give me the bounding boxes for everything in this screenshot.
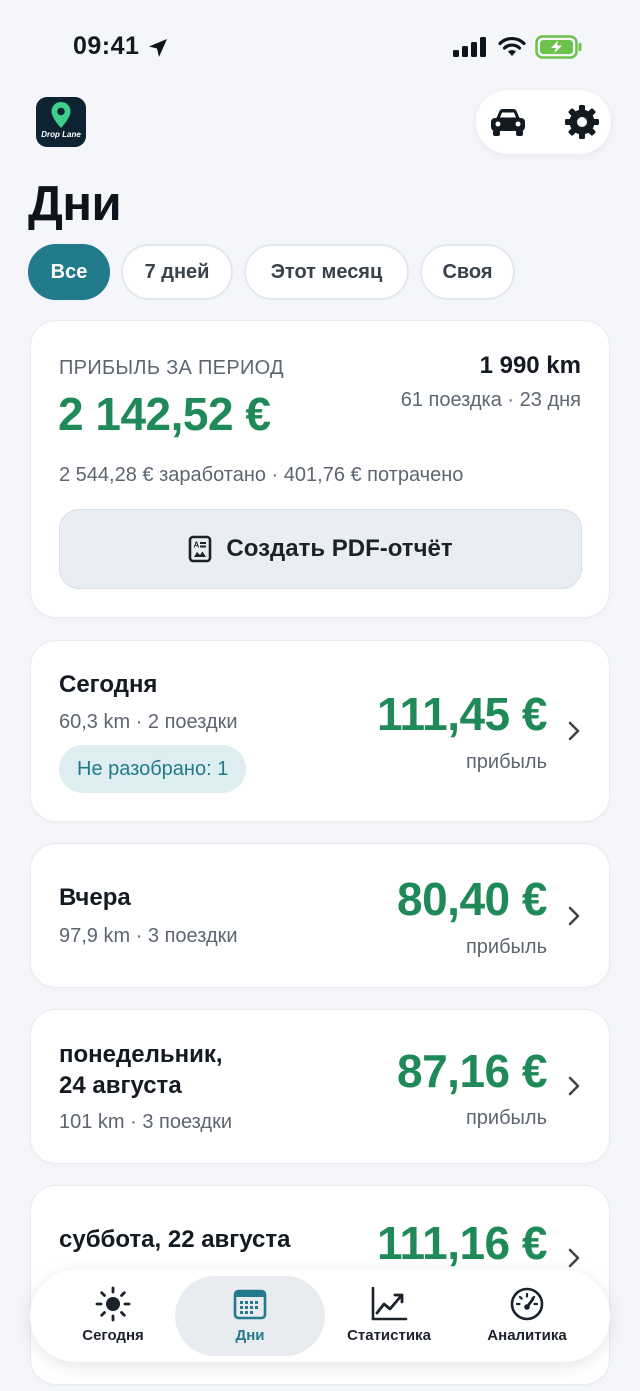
gauge-icon (510, 1287, 544, 1321)
chart-icon (371, 1286, 408, 1321)
day-title: суббота, 22 августа (59, 1226, 291, 1253)
filter-chip-7-days[interactable]: 7 дней (121, 244, 233, 300)
car-icon (491, 109, 525, 136)
chevron-right-icon (568, 1248, 580, 1268)
day-meta: 97,9 km · 3 поездки (59, 925, 238, 947)
day-profit-label: прибыль (465, 936, 547, 958)
day-title-line-1: понедельник, (59, 1041, 223, 1068)
filter-chip-custom[interactable]: Своя (420, 244, 515, 300)
top-actions (476, 90, 611, 154)
tab-today[interactable]: Сегодня (38, 1276, 188, 1356)
battery-charging-icon (535, 35, 582, 59)
summary-rides: 61 поездка · 23 дня (400, 389, 581, 411)
app-logo-text: Drop Lane (41, 130, 81, 139)
summary-label: ПРИБЫЛЬ ЗА ПЕРИОД (59, 357, 284, 379)
summary-profit: 2 142,52 € (58, 388, 271, 440)
status-bar: 09:41 (0, 0, 640, 90)
tab-days[interactable]: Дни (175, 1276, 325, 1356)
chevron-right-icon (568, 721, 580, 741)
chevron-right-icon (568, 1076, 580, 1096)
filter-chip-this-month[interactable]: Этот месяц (244, 244, 409, 300)
day-title: Сегодня (59, 671, 158, 698)
day-meta: 101 km · 3 поездки (59, 1111, 232, 1133)
day-card-monday-24-august[interactable]: понедельник, 24 августа 101 km · 3 поезд… (30, 1009, 610, 1164)
report-document-icon: A (189, 535, 212, 563)
app-logo: Drop Lane (36, 97, 86, 147)
day-meta: 60,3 km · 2 поездки (59, 711, 238, 733)
tab-statistics-label: Статистика (347, 1327, 431, 1344)
day-profit: 87,16 € (397, 1045, 547, 1097)
location-arrow-icon (149, 39, 167, 57)
create-pdf-report-label: Создать PDF-отчёт (226, 535, 453, 562)
svg-text:A: A (194, 541, 200, 550)
status-time: 09:41 (73, 32, 140, 60)
day-title-line-2: 24 августа (59, 1072, 182, 1099)
day-title: Вчера (59, 884, 131, 911)
wifi-icon (498, 36, 526, 56)
filter-chip-all[interactable]: Все (28, 244, 110, 300)
map-pin-icon (51, 102, 71, 128)
tab-statistics[interactable]: Статистика (314, 1276, 464, 1356)
day-profit-label: прибыль (465, 1107, 547, 1129)
sun-icon (95, 1286, 131, 1322)
day-profit-label: прибыль (465, 751, 547, 773)
day-card-yesterday[interactable]: Вчера 97,9 km · 3 поездки 80,40 € прибыл… (30, 843, 610, 988)
period-summary-card: ПРИБЫЛЬ ЗА ПЕРИОД 2 142,52 € 1 990 km 61… (30, 320, 610, 618)
vehicle-button[interactable] (486, 100, 530, 144)
cellular-signal-icon (453, 37, 486, 57)
summary-breakdown: 2 544,28 € заработано · 401,76 € потраче… (59, 464, 464, 486)
day-profit: 111,45 € (377, 688, 547, 740)
summary-distance: 1 990 km (479, 352, 581, 379)
day-card-today[interactable]: Сегодня 60,3 km · 2 поездки Не разобрано… (30, 640, 610, 822)
calendar-icon (233, 1289, 267, 1320)
bottom-tab-bar: Сегодня Дни Статистика Аналитика (30, 1270, 610, 1362)
chevron-right-icon (568, 906, 580, 926)
create-pdf-report-button[interactable]: A Создать PDF-отчёт (59, 509, 582, 589)
gear-icon (565, 105, 599, 139)
tab-analytics[interactable]: Аналитика (452, 1276, 602, 1356)
day-profit: 80,40 € (397, 873, 547, 925)
settings-button[interactable] (560, 100, 604, 144)
unsorted-badge[interactable]: Не разобрано: 1 (59, 745, 247, 793)
tab-days-label: Дни (235, 1327, 265, 1344)
tab-today-label: Сегодня (82, 1327, 144, 1344)
tab-analytics-label: Аналитика (487, 1327, 567, 1344)
page-title: Дни (28, 177, 122, 231)
day-profit: 111,16 € (377, 1217, 547, 1269)
